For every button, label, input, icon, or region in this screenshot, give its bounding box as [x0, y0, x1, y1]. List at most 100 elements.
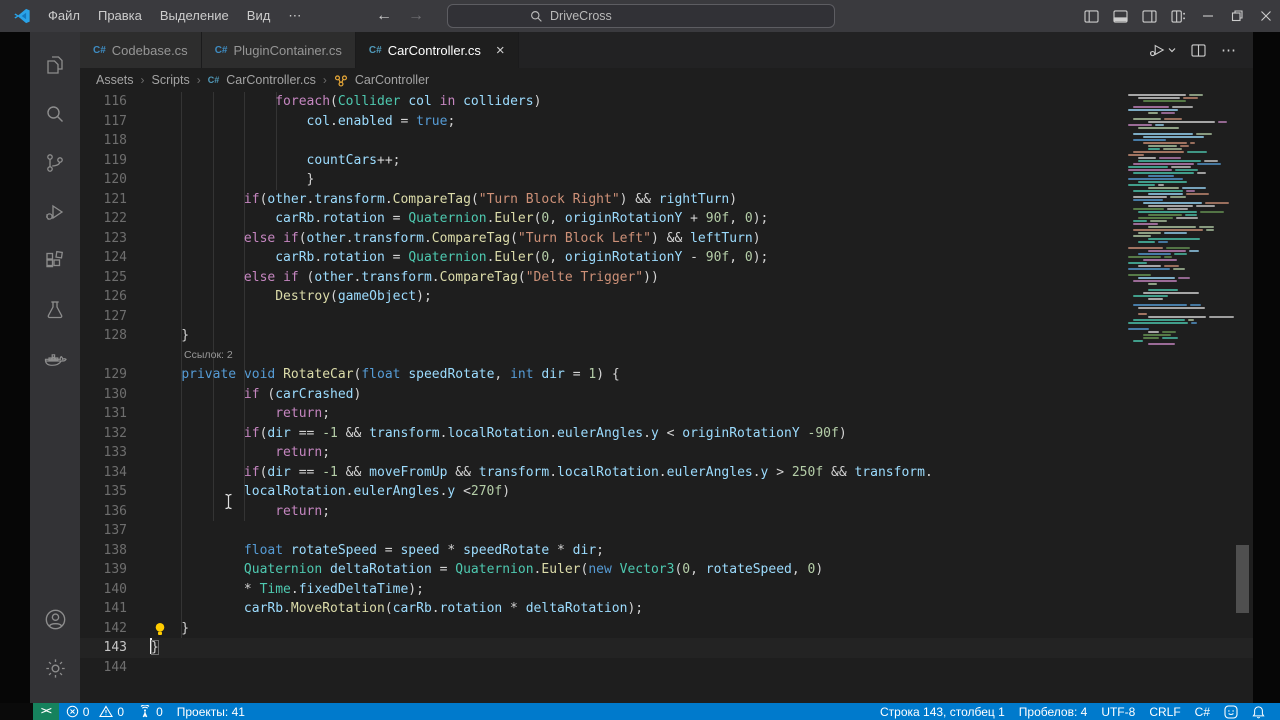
back-arrow-icon[interactable]: ←	[376, 7, 392, 25]
menu-file[interactable]: Файл	[39, 5, 89, 27]
code-line-123[interactable]: 123 else if(other.transform.CompareTag("…	[80, 229, 1253, 249]
explorer-icon[interactable]	[30, 40, 80, 89]
code-line-131[interactable]: 131 return;	[80, 404, 1253, 424]
more-actions-icon[interactable]: ⋯	[1221, 41, 1237, 59]
codelens[interactable]: Ссылок: 2	[80, 346, 1253, 366]
indentation[interactable]: Пробелов: 4	[1012, 703, 1095, 720]
line-number: 128	[103, 328, 127, 343]
line-number: 123	[103, 230, 127, 246]
code-line-133[interactable]: 133 return;	[80, 443, 1253, 463]
title-bar: Файл Правка Выделение Вид ⋯ ← → DriveCro…	[0, 0, 1280, 32]
code-line-130[interactable]: 130 if (carCrashed)	[80, 385, 1253, 405]
code-line-129[interactable]: 129 private void RotateCar(float speedRo…	[80, 365, 1253, 385]
line-number: 140	[103, 581, 127, 597]
menu-more[interactable]: ⋯	[279, 5, 310, 27]
code-line-137[interactable]: 137	[80, 521, 1253, 541]
language-mode[interactable]: C#	[1188, 703, 1217, 720]
lightbulb-icon[interactable]	[154, 622, 166, 636]
run-or-debug-icon[interactable]	[1148, 42, 1176, 58]
toggle-sidebar-icon[interactable]	[1077, 0, 1106, 32]
projects-indicator[interactable]: Проекты: 41	[170, 703, 252, 720]
remote-indicator[interactable]: ><	[33, 703, 59, 720]
code-line-144[interactable]: 144	[80, 658, 1253, 678]
chevron-right-icon: ›	[196, 73, 201, 87]
error-icon	[66, 705, 79, 718]
line-number: 143	[103, 640, 127, 655]
line-number: 144	[103, 659, 127, 675]
tab-codebase[interactable]: C# Codebase.cs	[80, 32, 202, 68]
settings-gear-icon[interactable]	[30, 644, 80, 693]
encoding[interactable]: UTF-8	[1094, 703, 1142, 720]
forward-arrow-icon[interactable]: →	[408, 7, 424, 25]
code-line-125[interactable]: 125 else if (other.transform.CompareTag(…	[80, 268, 1253, 288]
line-number: 125	[103, 269, 127, 285]
minimize-icon[interactable]	[1193, 0, 1222, 32]
code-line-122[interactable]: 122 carRb.rotation = Quaternion.Euler(0,…	[80, 209, 1253, 229]
line-number: 142	[103, 620, 127, 636]
warning-icon	[99, 705, 114, 718]
error-count: 0	[82, 704, 90, 719]
code-line-126[interactable]: 126 Destroy(gameObject);	[80, 287, 1253, 307]
code-line-118[interactable]: 118	[80, 131, 1253, 151]
source-control-icon[interactable]	[30, 138, 80, 187]
tab-plugincontainer[interactable]: C# PluginContainer.cs	[201, 32, 356, 68]
csharp-file-icon: C#	[368, 44, 382, 56]
problems-indicator[interactable]: 0 0	[59, 703, 131, 720]
code-line-132[interactable]: 132 if(dir == -1 && transform.localRotat…	[80, 424, 1253, 444]
breadcrumb-assets[interactable]: Assets	[96, 73, 134, 87]
menu-edit[interactable]: Правка	[89, 5, 151, 27]
command-center-label: DriveCross	[550, 9, 612, 23]
run-debug-icon[interactable]	[30, 187, 80, 236]
code-line-138[interactable]: 138 float rotateSpeed = speed * speedRot…	[80, 541, 1253, 561]
command-center-search[interactable]: DriveCross	[447, 4, 835, 28]
statusbar-corner	[0, 703, 33, 720]
code-line-119[interactable]: 119 countCars++;	[80, 151, 1253, 171]
breadcrumb-file[interactable]: CarController.cs	[226, 73, 316, 87]
tab-label: Codebase.cs	[111, 42, 188, 58]
close-tab-icon[interactable]: ×	[496, 43, 505, 58]
code-line-140[interactable]: 140 * Time.fixedDeltaTime);	[80, 580, 1253, 600]
split-editor-icon[interactable]	[1191, 43, 1206, 57]
breadcrumb-symbol[interactable]: CarController	[355, 73, 429, 87]
code-line-134[interactable]: 134 if(dir == -1 && moveFromUp && transf…	[80, 463, 1253, 483]
csharp-devkit-icon[interactable]	[1217, 703, 1245, 720]
code-line-135[interactable]: 135 localRotation.eulerAngles.y <270f)	[80, 482, 1253, 502]
code-line-117[interactable]: 117 col.enabled = true;	[80, 112, 1253, 132]
code-line-121[interactable]: 121 if(other.transform.CompareTag("Turn …	[80, 190, 1253, 210]
code-editor[interactable]: 116 foreach(Collider col in colliders) 11…	[80, 92, 1253, 703]
code-line-128[interactable]: 128 }	[80, 326, 1253, 346]
search-sidebar-icon[interactable]	[30, 89, 80, 138]
minimap[interactable]	[1128, 94, 1234, 346]
line-number: 126	[103, 289, 127, 304]
docker-icon[interactable]	[30, 334, 80, 383]
close-window-icon[interactable]	[1251, 0, 1280, 32]
code-line-120[interactable]: 120 }	[80, 170, 1253, 190]
code-line-143[interactable]: 143}	[80, 638, 1253, 658]
breadcrumb-scripts[interactable]: Scripts	[152, 73, 190, 87]
customize-layout-icon[interactable]	[1164, 0, 1193, 32]
toggle-panel-icon[interactable]	[1106, 0, 1135, 32]
csharp-file-icon: C#	[214, 44, 228, 56]
scrollbar-thumb[interactable]	[1236, 545, 1249, 613]
menu-selection[interactable]: Выделение	[151, 5, 238, 27]
code-line-116[interactable]: 116 foreach(Collider col in colliders)	[80, 92, 1253, 112]
code-line-141[interactable]: 141 carRb.MoveRotation(carRb.rotation * …	[80, 599, 1253, 619]
code-line-142[interactable]: 142 }	[80, 619, 1253, 639]
eol-sequence[interactable]: CRLF	[1142, 703, 1187, 720]
menu-view[interactable]: Вид	[238, 5, 280, 27]
tab-label: PluginContainer.cs	[233, 42, 342, 58]
ports-indicator[interactable]: 0	[131, 703, 170, 720]
code-line-139[interactable]: 139 Quaternion deltaRotation = Quaternio…	[80, 560, 1253, 580]
account-icon[interactable]	[30, 595, 80, 644]
right-frame-strip	[1253, 32, 1280, 703]
code-line-136[interactable]: 136 return;	[80, 502, 1253, 522]
restore-icon[interactable]	[1222, 0, 1251, 32]
code-line-127[interactable]: 127	[80, 307, 1253, 327]
testing-flask-icon[interactable]	[30, 285, 80, 334]
extensions-icon[interactable]	[30, 236, 80, 285]
notifications-bell-icon[interactable]	[1245, 703, 1272, 720]
cursor-position[interactable]: Строка 143, столбец 1	[873, 703, 1012, 720]
code-line-124[interactable]: 124 carRb.rotation = Quaternion.Euler(0,…	[80, 248, 1253, 268]
tab-carcontroller[interactable]: C# CarController.cs ×	[355, 32, 519, 68]
toggle-secondary-sidebar-icon[interactable]	[1135, 0, 1164, 32]
